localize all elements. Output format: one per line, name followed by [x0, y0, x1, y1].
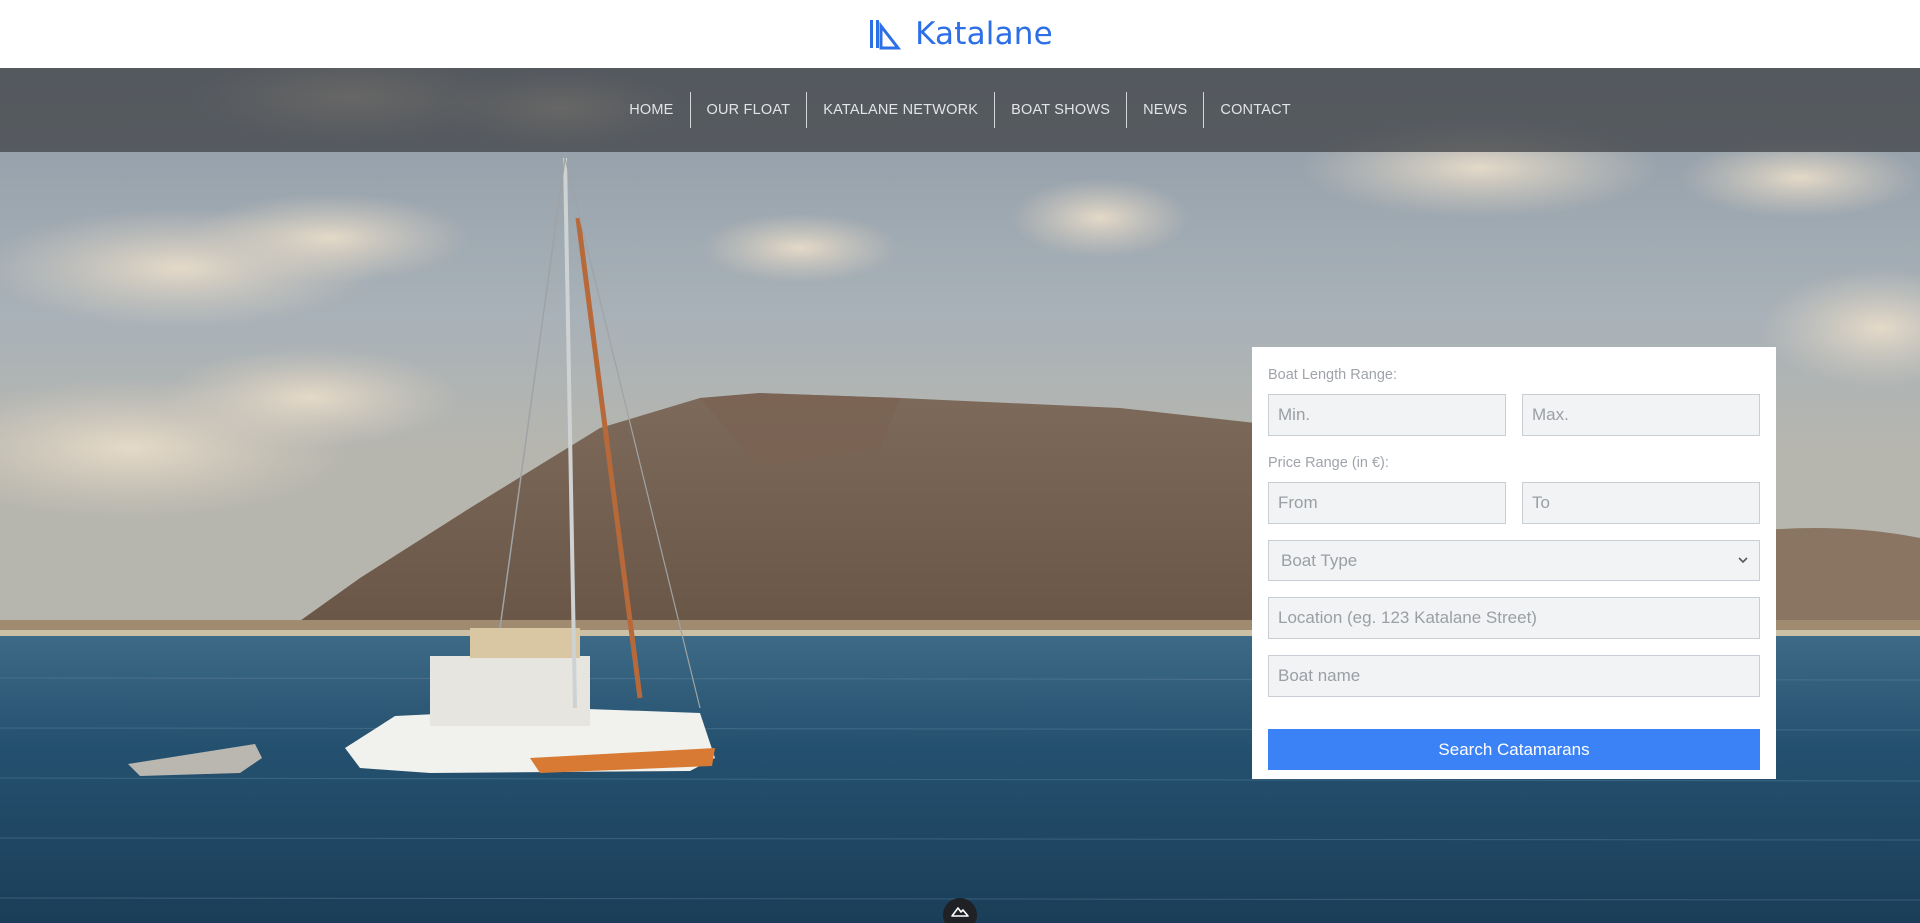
- katalane-sail-logo-icon: [870, 20, 902, 50]
- boat-length-row: [1268, 394, 1760, 436]
- location-input[interactable]: [1268, 597, 1760, 639]
- mountain-logo-icon: [951, 907, 969, 917]
- brand-name: Katalane: [915, 16, 1053, 52]
- boat-type-select[interactable]: Boat Type: [1268, 540, 1760, 581]
- catamaran-search-form: Boat Length Range: Price Range (in €): B…: [1252, 347, 1776, 779]
- chevron-down-icon: [1738, 557, 1748, 564]
- nav-item-news[interactable]: NEWS: [1126, 92, 1203, 128]
- nav-item-boat-shows[interactable]: BOAT SHOWS: [994, 92, 1126, 128]
- nav-item-katalane-network[interactable]: KATALANE NETWORK: [806, 92, 994, 128]
- site-header: Katalane: [0, 0, 1920, 68]
- nav-list: HOME OUR FLOAT KATALANE NETWORK BOAT SHO…: [613, 92, 1307, 128]
- search-catamarans-button[interactable]: Search Catamarans: [1268, 729, 1760, 770]
- price-range-label: Price Range (in €):: [1268, 455, 1389, 471]
- length-max-input[interactable]: [1522, 394, 1760, 436]
- brand-logo[interactable]: Katalane: [867, 16, 1053, 52]
- main-navigation: HOME OUR FLOAT KATALANE NETWORK BOAT SHO…: [0, 68, 1920, 152]
- price-range-row: [1268, 482, 1760, 524]
- price-to-input[interactable]: [1522, 482, 1760, 524]
- price-from-input[interactable]: [1268, 482, 1506, 524]
- boat-type-selected: Boat Type: [1281, 550, 1358, 570]
- boat-name-input[interactable]: [1268, 655, 1760, 697]
- nav-item-home[interactable]: HOME: [613, 92, 689, 128]
- nav-item-contact[interactable]: CONTACT: [1203, 92, 1306, 128]
- length-min-input[interactable]: [1268, 394, 1506, 436]
- boat-length-label: Boat Length Range:: [1268, 367, 1397, 383]
- nav-item-our-float[interactable]: OUR FLOAT: [689, 92, 807, 128]
